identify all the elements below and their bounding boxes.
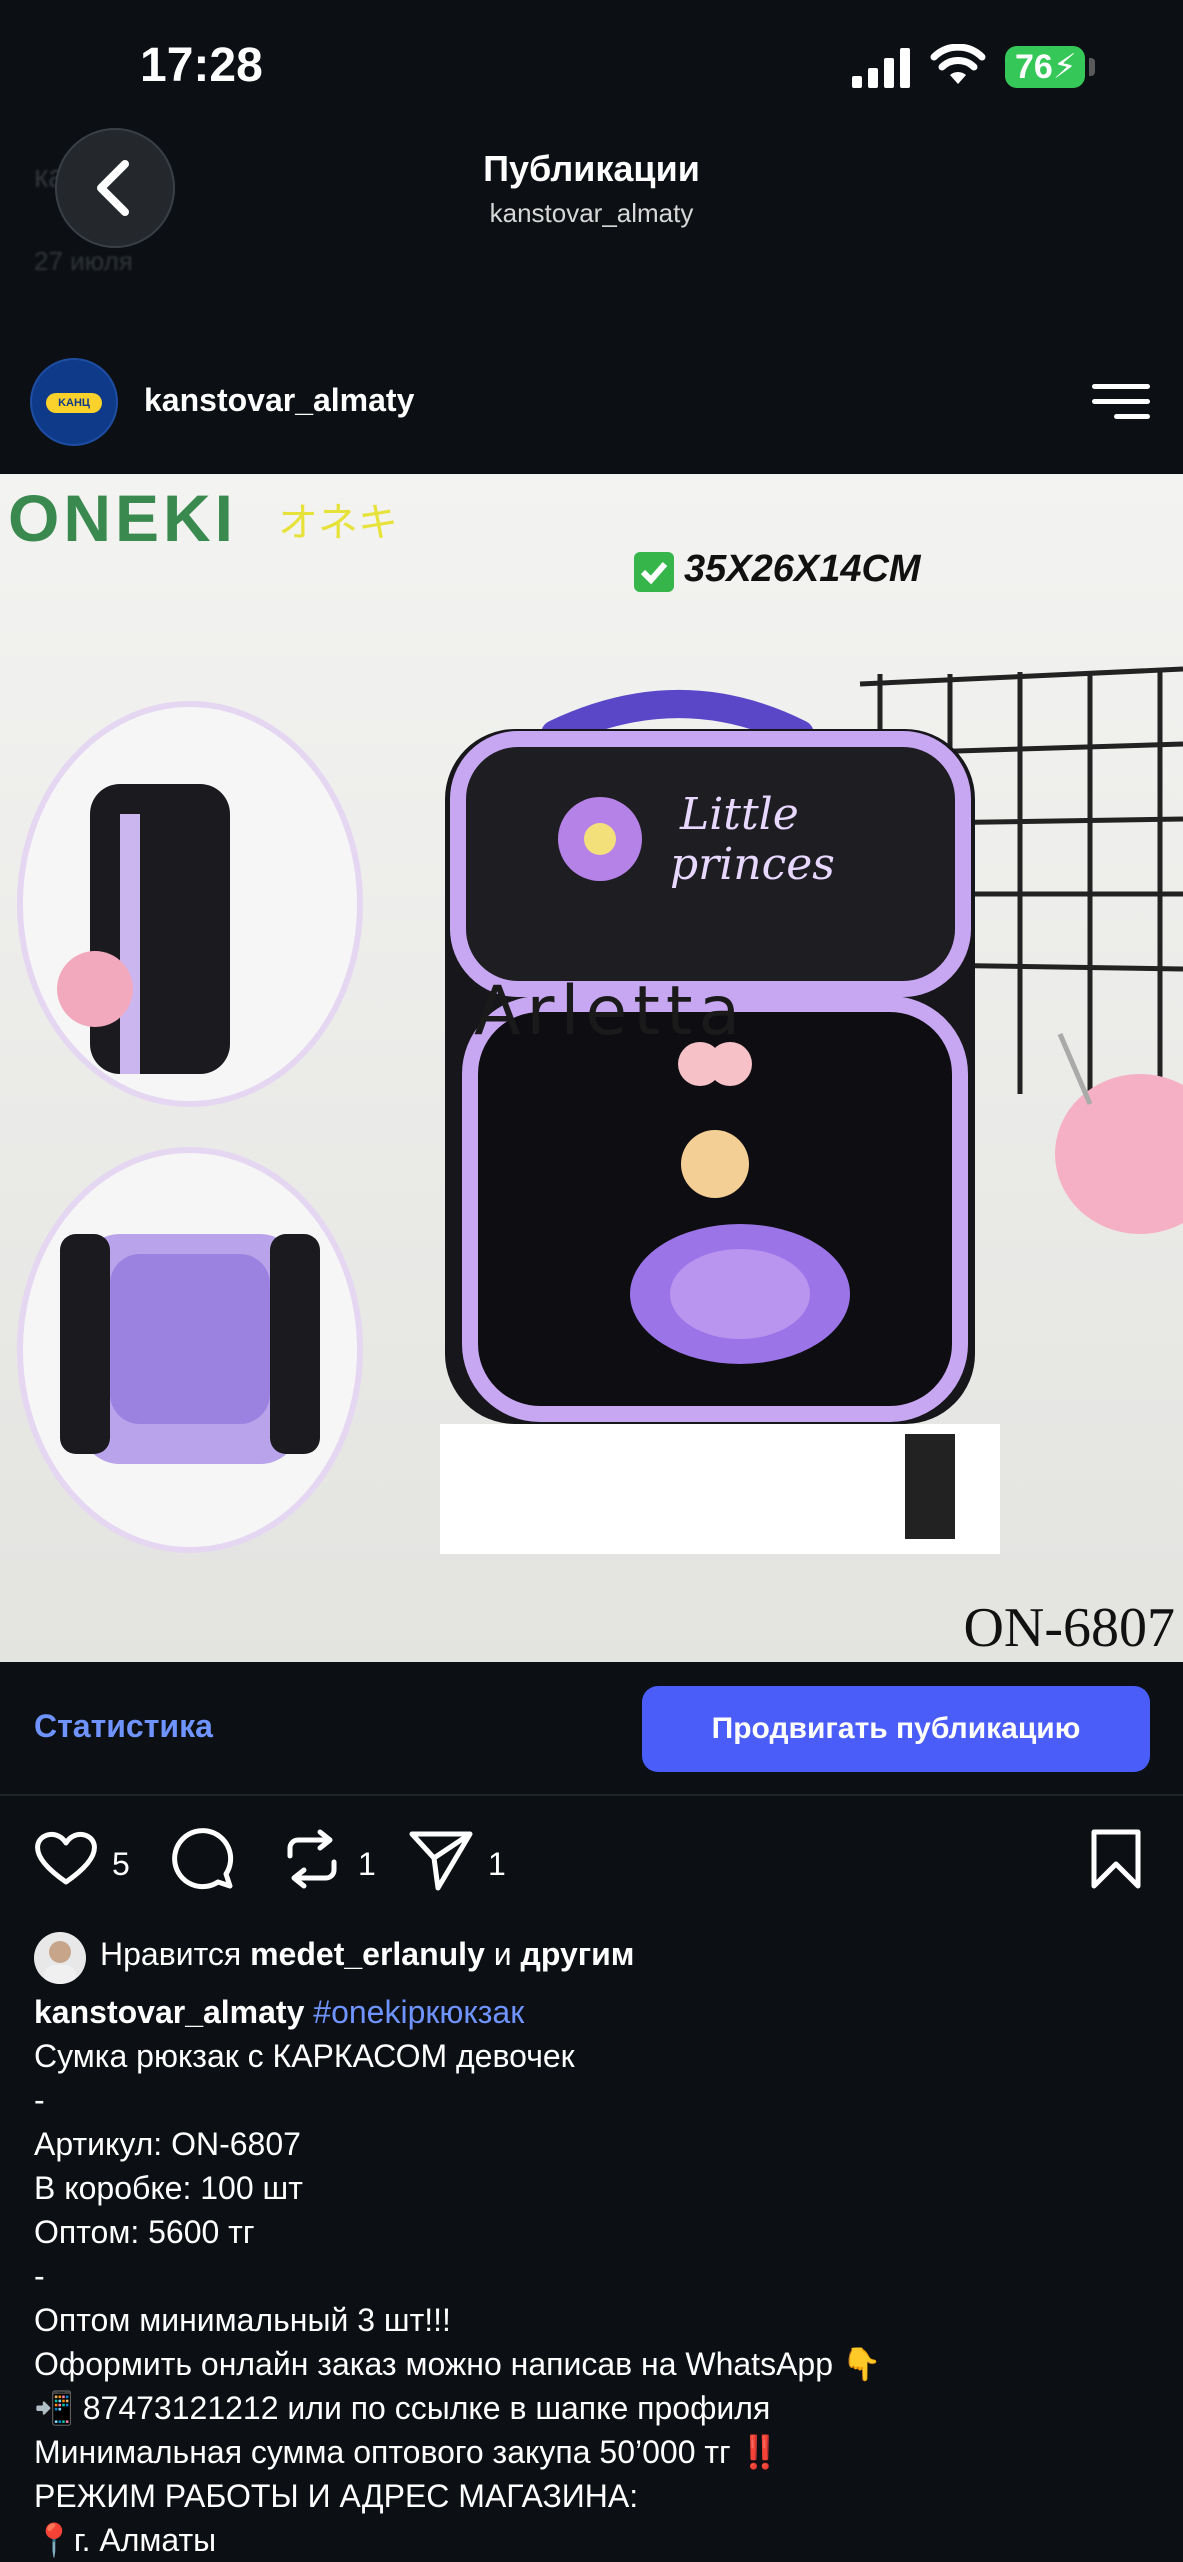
caption-line: Артикул: ON-6807 [34, 2126, 301, 2162]
caption-line: В коробке: 100 шт [34, 2170, 303, 2206]
brand-logo: ONEKI [8, 481, 238, 555]
post-caption: kanstovar_almaty #onekiркюкзак Сумка рюк… [34, 1990, 1154, 2562]
svg-text:princes: princes [670, 839, 835, 890]
liked-by[interactable]: Нравится medet_erlanuly и другим [100, 1936, 634, 1973]
article-label: ON-6807 [963, 1597, 1175, 1659]
caption-line: 📍г. Алматы [34, 2522, 217, 2558]
caption-line: - [34, 2258, 45, 2294]
wifi-icon [930, 44, 986, 84]
avatar[interactable]: KАНЦ TREND [30, 358, 118, 446]
caption-line: Оптом минимальный 3 шт!!! [34, 2302, 451, 2338]
heart-icon[interactable] [34, 1828, 98, 1888]
menu-icon[interactable] [1092, 384, 1150, 420]
statistics-link[interactable]: Статистика [34, 1708, 213, 1745]
liked-by-and: и [493, 1936, 512, 1972]
page-subtitle: kanstovar_almaty [489, 198, 694, 228]
battery-nub [1089, 58, 1095, 76]
liked-by-prefix: Нравится [100, 1936, 242, 1972]
svg-text:Little: Little [679, 789, 799, 840]
brand-logo-jp: オネキ [278, 501, 398, 545]
check-icon [634, 552, 674, 592]
comment-icon[interactable] [170, 1828, 234, 1892]
bookmark-icon[interactable] [1090, 1828, 1142, 1890]
liked-by-others[interactable]: другим [521, 1936, 635, 1972]
share-icon[interactable] [408, 1828, 474, 1892]
likes-count: 5 [112, 1846, 130, 1882]
repost-icon[interactable] [282, 1828, 342, 1890]
caption-line: - [34, 2082, 45, 2118]
status-bar: 17:28 76⚡ [0, 0, 1183, 140]
shares-count: 1 [488, 1846, 506, 1882]
backpack-illustration: Little princes [0, 474, 1183, 1662]
account-name[interactable]: kanstovar_almaty [144, 382, 414, 419]
avatar-logo: KАНЦ TREND [46, 393, 102, 429]
caption-line: Минимальная сумма оптового закупа 50’000… [34, 2434, 780, 2470]
liker-avatar[interactable] [34, 1932, 86, 1984]
status-time: 17:28 [140, 39, 263, 92]
caption-header: kanstovar_almaty #onekiркюкзак [34, 1990, 1154, 2034]
base-label: Arletta [474, 972, 747, 1051]
caption-hashtag[interactable]: #onekiркюкзак [313, 1994, 524, 2030]
battery-level: 76 [1015, 48, 1053, 86]
dimensions-label: 35X26X14CM [684, 548, 921, 590]
caption-line: Оптом: 5600 тг [34, 2214, 255, 2250]
caption-line: РЕЖИМ РАБОТЫ И АДРЕС МАГАЗИНА: [34, 2478, 639, 2514]
post-photo[interactable]: Little princes Arletta [0, 474, 1183, 1662]
battery-icon: 76⚡ [1005, 46, 1085, 88]
divider [0, 1794, 1183, 1796]
caption-line: Оформить онлайн заказ можно написав на W… [34, 2346, 882, 2382]
signal-icon [852, 48, 910, 88]
caption-user[interactable]: kanstovar_almaty [34, 1994, 304, 2030]
caption-line: Сумка рюкзак с КАРКАСОМ девочек [34, 2038, 575, 2074]
promote-button[interactable]: Продвигать публикацию [642, 1686, 1150, 1772]
caption-line: 📲 87473121212 или по ссылке в шапке проф… [34, 2390, 771, 2426]
reposts-count: 1 [358, 1846, 376, 1882]
background-peek-date: 27 июля [34, 246, 133, 276]
liked-by-user[interactable]: medet_erlanuly [250, 1936, 485, 1972]
page-title: Публикации [483, 148, 700, 189]
